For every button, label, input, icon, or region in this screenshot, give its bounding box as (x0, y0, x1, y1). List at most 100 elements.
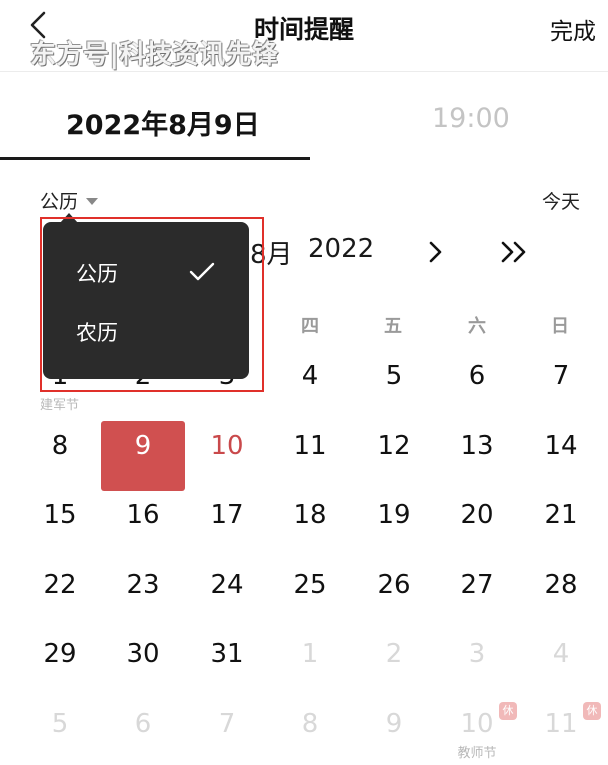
day-cell[interactable]: 21 (519, 487, 603, 557)
today-button[interactable]: 今天 (542, 187, 580, 214)
day-cell[interactable]: 11 (268, 418, 352, 488)
day-number: 8 (51, 430, 69, 461)
festival-label: 教师节 (457, 745, 497, 761)
day-cell[interactable]: 16 (101, 487, 185, 557)
calendar-type-label: 公历 (40, 191, 79, 213)
day-number: 14 (544, 430, 578, 461)
day-cell[interactable]: 12 (352, 418, 436, 488)
day-number: 27 (460, 569, 494, 600)
day-cell[interactable]: 5 (352, 348, 436, 418)
day-number: 24 (210, 569, 244, 600)
day-cell[interactable]: 24 (185, 557, 269, 627)
day-cell[interactable]: 20 (435, 487, 519, 557)
day-cell[interactable]: 29 (18, 626, 102, 696)
selected-day-cell[interactable]: 9 (101, 418, 185, 491)
day-cell[interactable]: 11 休 (519, 696, 603, 765)
day-cell[interactable]: 4 (519, 626, 603, 696)
festival-label: 建军节 (40, 398, 80, 413)
day-cell[interactable]: 17 (185, 487, 269, 557)
day-number: 20 (460, 500, 494, 530)
day-number: 3 (468, 639, 486, 669)
day-number: 2 (385, 639, 403, 669)
day-number: 7 (218, 708, 236, 739)
holiday-badge: 休 (583, 701, 601, 720)
day-cell[interactable]: 6 (101, 696, 185, 765)
day-cell[interactable]: 19 (352, 487, 436, 557)
tab-time[interactable]: 19:00 (432, 103, 510, 134)
top-bar: 时间提醒 完成 东方号|科技资讯先锋 (0, 0, 608, 72)
next-month-icon[interactable] (424, 236, 448, 268)
day-cell[interactable]: 14 (519, 418, 603, 488)
weekday-label: 六 (468, 316, 486, 337)
day-number: 13 (460, 430, 494, 461)
day-cell[interactable]: 25 (268, 557, 352, 627)
day-cell[interactable]: 30 (101, 626, 185, 696)
day-number: 25 (293, 569, 327, 600)
day-number: 4 (301, 361, 319, 391)
day-number: 23 (126, 569, 160, 600)
day-number: 10 (210, 430, 244, 461)
day-cell[interactable]: 7 (519, 348, 603, 418)
day-number: 30 (126, 639, 160, 669)
day-cell[interactable]: 23 (101, 557, 185, 627)
day-number: 31 (210, 639, 244, 669)
calendar-type-selector[interactable]: 公历 (40, 187, 99, 214)
day-number: 9 (134, 430, 152, 461)
weekday-label: 四 (301, 316, 319, 337)
day-number: 29 (43, 639, 77, 669)
day-number: 28 (544, 569, 578, 600)
day-cell[interactable]: 5 (18, 696, 102, 765)
day-cell[interactable]: 8 (268, 696, 352, 765)
day-cell[interactable]: 10 (185, 418, 269, 488)
day-number: 18 (293, 500, 327, 530)
day-cell[interactable]: 15 (18, 487, 102, 557)
day-cell[interactable]: 13 (435, 418, 519, 488)
annotation-highlight-box (40, 217, 264, 392)
day-cell[interactable]: 28 (519, 557, 603, 627)
day-number: 16 (126, 500, 160, 530)
day-cell[interactable]: 26 (352, 557, 436, 627)
day-cell[interactable]: 31 (185, 626, 269, 696)
caret-down-icon (86, 198, 99, 205)
day-number: 12 (377, 430, 411, 461)
watermark: 东方号|科技资讯先锋 (30, 40, 279, 70)
day-number: 6 (134, 708, 152, 739)
day-number: 15 (43, 500, 77, 530)
day-number: 4 (552, 639, 570, 669)
weekday-label: 五 (384, 316, 402, 337)
day-number: 17 (210, 500, 244, 530)
day-cell[interactable]: 4 (268, 348, 352, 418)
day-cell[interactable]: 22 (18, 557, 102, 627)
day-cell[interactable]: 27 (435, 557, 519, 627)
active-tab-indicator (0, 157, 310, 160)
day-cell[interactable]: 7 (185, 696, 269, 765)
day-number: 9 (385, 708, 403, 739)
day-cell[interactable]: 8 (18, 418, 102, 488)
calendar-grid: 1建军节234567891011121314151617181920212223… (0, 348, 608, 765)
day-number: 5 (51, 708, 69, 739)
date-time-tabs: 2022年8月9日 19:00 (0, 73, 608, 161)
done-button[interactable]: 完成 (550, 12, 596, 46)
day-number: 21 (544, 500, 578, 530)
day-cell[interactable]: 2 (352, 626, 436, 696)
holiday-badge: 休 (499, 701, 517, 720)
weekday-label: 日 (551, 316, 569, 337)
day-number: 6 (468, 361, 486, 391)
day-number: 8 (301, 708, 319, 739)
day-number: 1 (301, 639, 319, 669)
next-year-icon[interactable] (497, 236, 533, 268)
day-number: 5 (385, 361, 403, 391)
day-cell[interactable]: 1 (268, 626, 352, 696)
day-cell[interactable]: 10 教师节休 (435, 696, 519, 765)
tab-date[interactable]: 2022年8月9日 (66, 103, 260, 142)
year-label[interactable]: 2022 (308, 234, 374, 264)
day-number: 7 (552, 361, 570, 391)
day-number: 22 (43, 569, 77, 600)
day-number: 26 (377, 569, 411, 600)
day-cell[interactable]: 18 (268, 487, 352, 557)
day-number: 11 (293, 430, 327, 461)
day-cell[interactable]: 3 (435, 626, 519, 696)
day-number: 19 (377, 500, 411, 530)
day-cell[interactable]: 9 (352, 696, 436, 765)
day-cell[interactable]: 6 (435, 348, 519, 418)
